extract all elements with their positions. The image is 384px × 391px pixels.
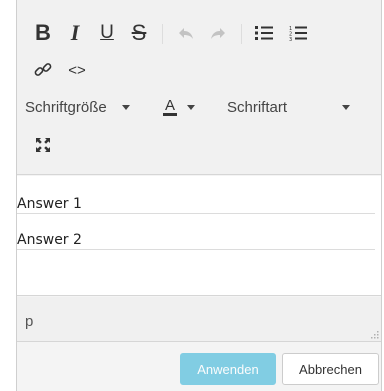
underline-icon: U xyxy=(100,22,114,43)
font-size-label: Schriftgröße xyxy=(25,98,107,116)
undo-button[interactable] xyxy=(171,18,201,48)
chevron-down-icon xyxy=(187,104,196,110)
bullet-list-icon xyxy=(255,26,273,40)
toolbar-separator xyxy=(241,24,242,44)
content-paragraph[interactable]: Answer 2 xyxy=(17,230,375,250)
strikethrough-button[interactable]: S xyxy=(127,18,151,48)
font-family-label: Schriftart xyxy=(227,98,288,116)
element-path[interactable]: p xyxy=(25,313,33,330)
fullscreen-icon xyxy=(36,138,50,152)
svg-text:3: 3 xyxy=(289,37,292,42)
rich-text-editor: B I U S 1 2 3 <> Schriftgröße A Schrifta… xyxy=(16,0,382,391)
font-size-dropdown[interactable]: Schriftgröße xyxy=(25,92,153,122)
toolbar-row-font: Schriftgröße A Schriftart xyxy=(17,92,381,122)
source-code-button[interactable]: <> xyxy=(63,55,91,85)
content-paragraph[interactable]: Answer 1 xyxy=(17,194,375,214)
code-icon: <> xyxy=(68,61,86,79)
bullet-list-button[interactable] xyxy=(249,18,279,48)
font-family-dropdown[interactable]: Schriftart xyxy=(227,92,377,122)
redo-button[interactable] xyxy=(203,18,233,48)
numbered-list-button[interactable]: 1 2 3 xyxy=(283,18,313,48)
toolbar-row-insert: <> xyxy=(17,55,381,85)
editor-statusbar: p xyxy=(17,297,381,342)
text-color-dropdown[interactable]: A xyxy=(163,92,215,122)
chevron-down-icon xyxy=(342,104,351,110)
fullscreen-button[interactable] xyxy=(31,130,55,160)
toolbar-row-formatting: B I U S 1 2 3 xyxy=(17,18,381,48)
resize-grip-icon[interactable] xyxy=(369,329,379,339)
underline-button[interactable]: U xyxy=(95,18,119,48)
redo-icon xyxy=(211,28,225,39)
bold-button[interactable]: B xyxy=(31,18,55,48)
text-color-icon: A xyxy=(163,97,178,116)
italic-icon: I xyxy=(70,20,80,45)
link-icon xyxy=(34,63,52,76)
chevron-down-icon xyxy=(121,104,130,110)
strikethrough-icon: S xyxy=(131,20,147,45)
editor-content-area[interactable]: Answer 1 Answer 2 xyxy=(17,176,381,296)
toolbar-separator xyxy=(162,24,163,44)
link-button[interactable] xyxy=(31,55,55,85)
cancel-button[interactable]: Abbrechen xyxy=(282,353,379,385)
undo-icon xyxy=(179,28,193,39)
italic-button[interactable]: I xyxy=(63,18,87,48)
apply-button[interactable]: Anwenden xyxy=(180,353,276,385)
bold-icon: B xyxy=(35,20,51,45)
dialog-footer: Anwenden Abbrechen xyxy=(17,343,381,391)
toolbar-row-view xyxy=(17,130,381,160)
editor-toolbar: B I U S 1 2 3 <> Schriftgröße A Schrifta… xyxy=(17,0,381,175)
numbered-list-icon: 1 2 3 xyxy=(289,26,307,42)
